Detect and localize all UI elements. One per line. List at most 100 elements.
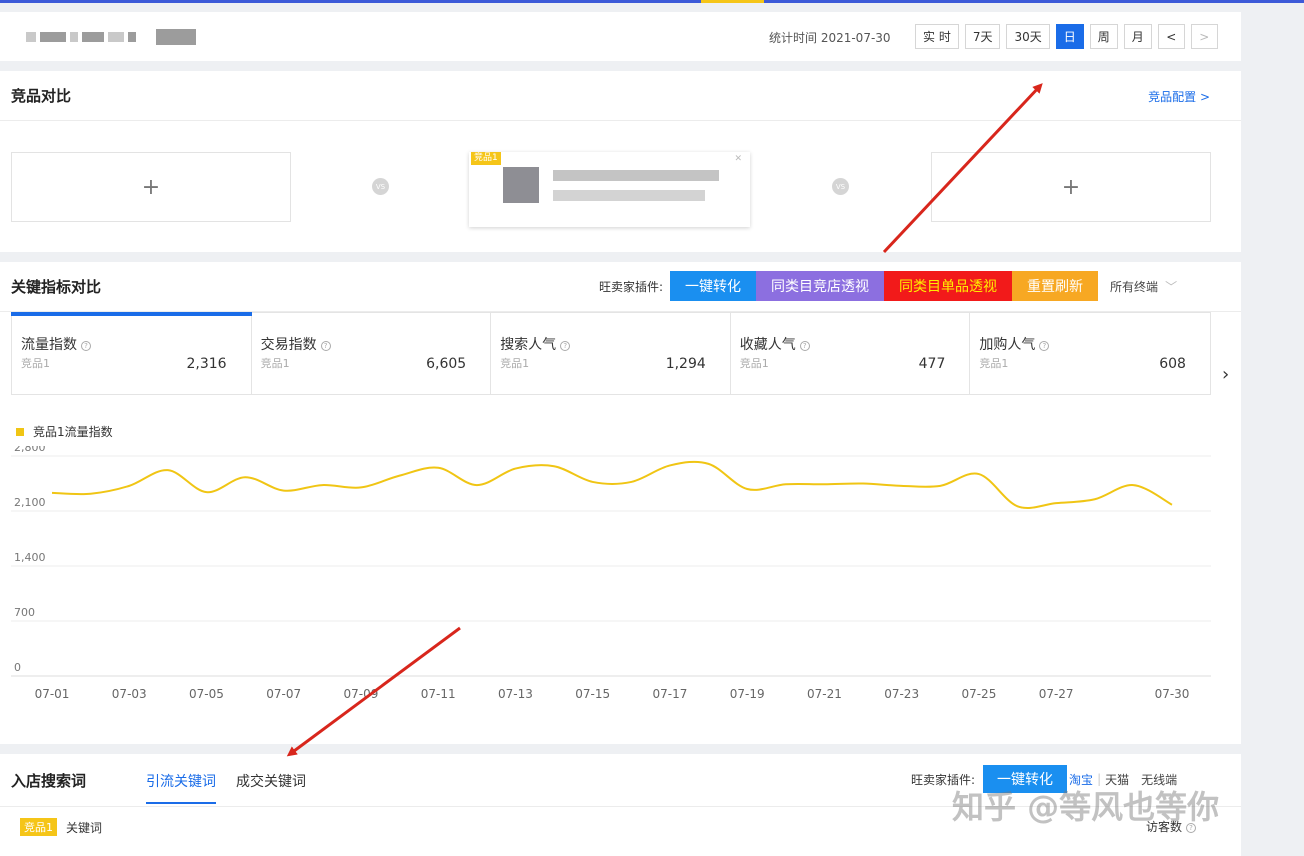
data-point[interactable] xyxy=(1170,502,1175,507)
top-active-indicator xyxy=(701,0,764,3)
legend-label: 竞品1流量指数 xyxy=(33,425,113,439)
data-point[interactable] xyxy=(243,475,248,480)
period-button[interactable]: 周 xyxy=(1089,24,1118,49)
chevron-left-icon[interactable]: < xyxy=(1157,24,1185,49)
kpi-sub: 竞品1 xyxy=(260,357,290,370)
data-point[interactable] xyxy=(783,482,788,487)
traffic-index-line-chart: 0 700 1,400 2,100 2,800 07-01 07-03 07-05 07-07 0… xyxy=(11,446,1211,701)
kpi-name-text: 收藏人气 xyxy=(739,337,796,353)
compare-title: 竞品对比 xyxy=(11,87,72,105)
kpi-tabs: 流量指数? 竞品1 2,316 交易指数? 竞品1 6,605 搜索人气? 竞品1 1,294 收… xyxy=(11,312,1211,395)
data-point[interactable] xyxy=(706,461,711,466)
data-point[interactable] xyxy=(1092,497,1097,502)
period-button[interactable]: 实 时 xyxy=(915,24,959,49)
data-point[interactable] xyxy=(358,485,363,490)
data-point[interactable] xyxy=(127,483,132,488)
data-point[interactable] xyxy=(474,483,479,488)
competitor-config-link[interactable]: 竞品配置 > xyxy=(1148,88,1210,105)
terminal-label: 所有终端 xyxy=(1110,279,1159,294)
data-point[interactable] xyxy=(822,482,827,487)
kpi-value: 608 xyxy=(1159,356,1186,372)
x-tick-label: 07-30 xyxy=(1155,687,1190,701)
period-button[interactable]: 月 xyxy=(1123,24,1152,49)
kpi-tab[interactable]: 交易指数? 竞品1 6,605 xyxy=(252,313,492,394)
data-point[interactable] xyxy=(281,488,286,493)
kpi-sub: 竞品1 xyxy=(979,357,1009,370)
add-competitor-left-button[interactable]: + xyxy=(11,152,291,222)
data-point[interactable] xyxy=(861,481,866,486)
data-point[interactable] xyxy=(899,483,904,488)
terminal-select[interactable]: 所有终端 ﹀ xyxy=(1110,278,1177,295)
data-point[interactable] xyxy=(88,491,93,496)
kpi-tab[interactable]: 搜索人气? 竞品1 1,294 xyxy=(491,313,731,394)
period-button[interactable]: 30天 xyxy=(1006,24,1050,49)
x-tick-label: 07-09 xyxy=(344,687,379,701)
competitor-tag: 竞品1 xyxy=(20,818,57,836)
compare-header: 竞品对比 竞品配置 > xyxy=(0,71,1241,121)
help-icon[interactable]: ? xyxy=(560,341,571,351)
data-point[interactable] xyxy=(397,473,402,478)
data-point[interactable] xyxy=(976,472,981,477)
kpi-sub: 竞品1 xyxy=(500,357,530,370)
kpi-name: 交易指数? xyxy=(261,334,331,354)
x-tick-label: 07-17 xyxy=(652,687,687,701)
data-point[interactable] xyxy=(1054,501,1059,506)
help-icon[interactable]: ? xyxy=(81,341,91,351)
product-thumbnail xyxy=(503,167,539,203)
period-button[interactable]: 日 xyxy=(1055,24,1084,49)
key-metrics-card: 关键指标对比 旺卖家插件: 一键转化 同类目竞店透视 同类目单品透视 重置刷新 所有终… xyxy=(0,262,1241,744)
data-point[interactable] xyxy=(745,487,750,492)
kpi-name-text: 搜索人气 xyxy=(500,337,557,353)
x-tick-label: 07-19 xyxy=(730,687,765,701)
add-competitor-right-button[interactable]: + xyxy=(931,152,1211,222)
plugin-button[interactable]: 一键转化 xyxy=(670,271,757,301)
data-point[interactable] xyxy=(590,479,595,484)
close-icon[interactable]: ✕ xyxy=(734,154,742,164)
competitor-product-card[interactable]: 竞品1 ✕ xyxy=(469,152,750,227)
plugin-button[interactable]: 同类目竞店透视 xyxy=(756,271,885,301)
help-icon[interactable]: ? xyxy=(799,341,810,351)
x-tick-label: 07-27 xyxy=(1039,687,1074,701)
chevron-right-icon[interactable]: › xyxy=(1222,364,1229,385)
chevron-right-icon[interactable]: > xyxy=(1190,24,1218,49)
x-tick-label: 07-11 xyxy=(421,687,456,701)
kpi-name: 收藏人气? xyxy=(740,334,810,354)
vs-badge-right: VS xyxy=(832,178,849,195)
plugin-toolbar: 旺卖家插件: 一键转化 同类目竞店透视 同类目单品透视 重置刷新 所有终端 ﹀ xyxy=(599,271,1177,301)
data-point[interactable] xyxy=(1015,504,1020,509)
plugin-label: 旺卖家插件: xyxy=(599,279,664,294)
chevron-down-icon: ﹀ xyxy=(1165,279,1178,294)
data-point[interactable] xyxy=(320,483,325,488)
legend-swatch xyxy=(16,427,24,436)
x-tick-label: 07-13 xyxy=(498,687,533,701)
data-point[interactable] xyxy=(1131,483,1136,488)
data-point[interactable] xyxy=(204,490,209,495)
data-point[interactable] xyxy=(513,466,518,471)
help-icon[interactable]: ? xyxy=(320,341,331,351)
kpi-tab[interactable]: 加购人气? 竞品1 608 xyxy=(970,313,1210,394)
data-point[interactable] xyxy=(165,468,170,473)
data-point[interactable] xyxy=(667,463,672,468)
data-point[interactable] xyxy=(552,464,557,469)
plugin-button[interactable]: 同类目单品透视 xyxy=(884,271,1013,301)
plus-icon: + xyxy=(1061,174,1081,200)
plugin-button[interactable]: 重置刷新 xyxy=(1012,271,1099,301)
kpi-tab[interactable]: 收藏人气? 竞品1 477 xyxy=(731,313,971,394)
data-point[interactable] xyxy=(436,465,441,470)
y-tick-label: 700 xyxy=(14,606,35,619)
x-tick-label: 07-23 xyxy=(884,687,919,701)
header-bar: 统计时间 2021-07-30 实 时 7天 30天日周月 < > xyxy=(0,12,1241,61)
tab-deal-keywords[interactable]: 成交关键词 xyxy=(236,771,306,804)
keyword-tabs: 引流关键词 成交关键词 xyxy=(146,771,306,804)
data-point[interactable] xyxy=(629,479,634,484)
help-icon[interactable]: ? xyxy=(1039,341,1050,351)
x-tick-label: 07-25 xyxy=(961,687,996,701)
data-point[interactable] xyxy=(50,490,55,495)
data-point[interactable] xyxy=(938,483,943,488)
kpi-name: 流量指数? xyxy=(21,334,91,354)
kpi-tab[interactable]: 流量指数? 竞品1 2,316 xyxy=(11,312,252,394)
period-button[interactable]: 7天 xyxy=(964,24,1001,49)
tab-traffic-keywords[interactable]: 引流关键词 xyxy=(146,771,216,804)
vs-badge-left: VS xyxy=(372,178,389,195)
x-tick-label: 07-15 xyxy=(575,687,610,701)
